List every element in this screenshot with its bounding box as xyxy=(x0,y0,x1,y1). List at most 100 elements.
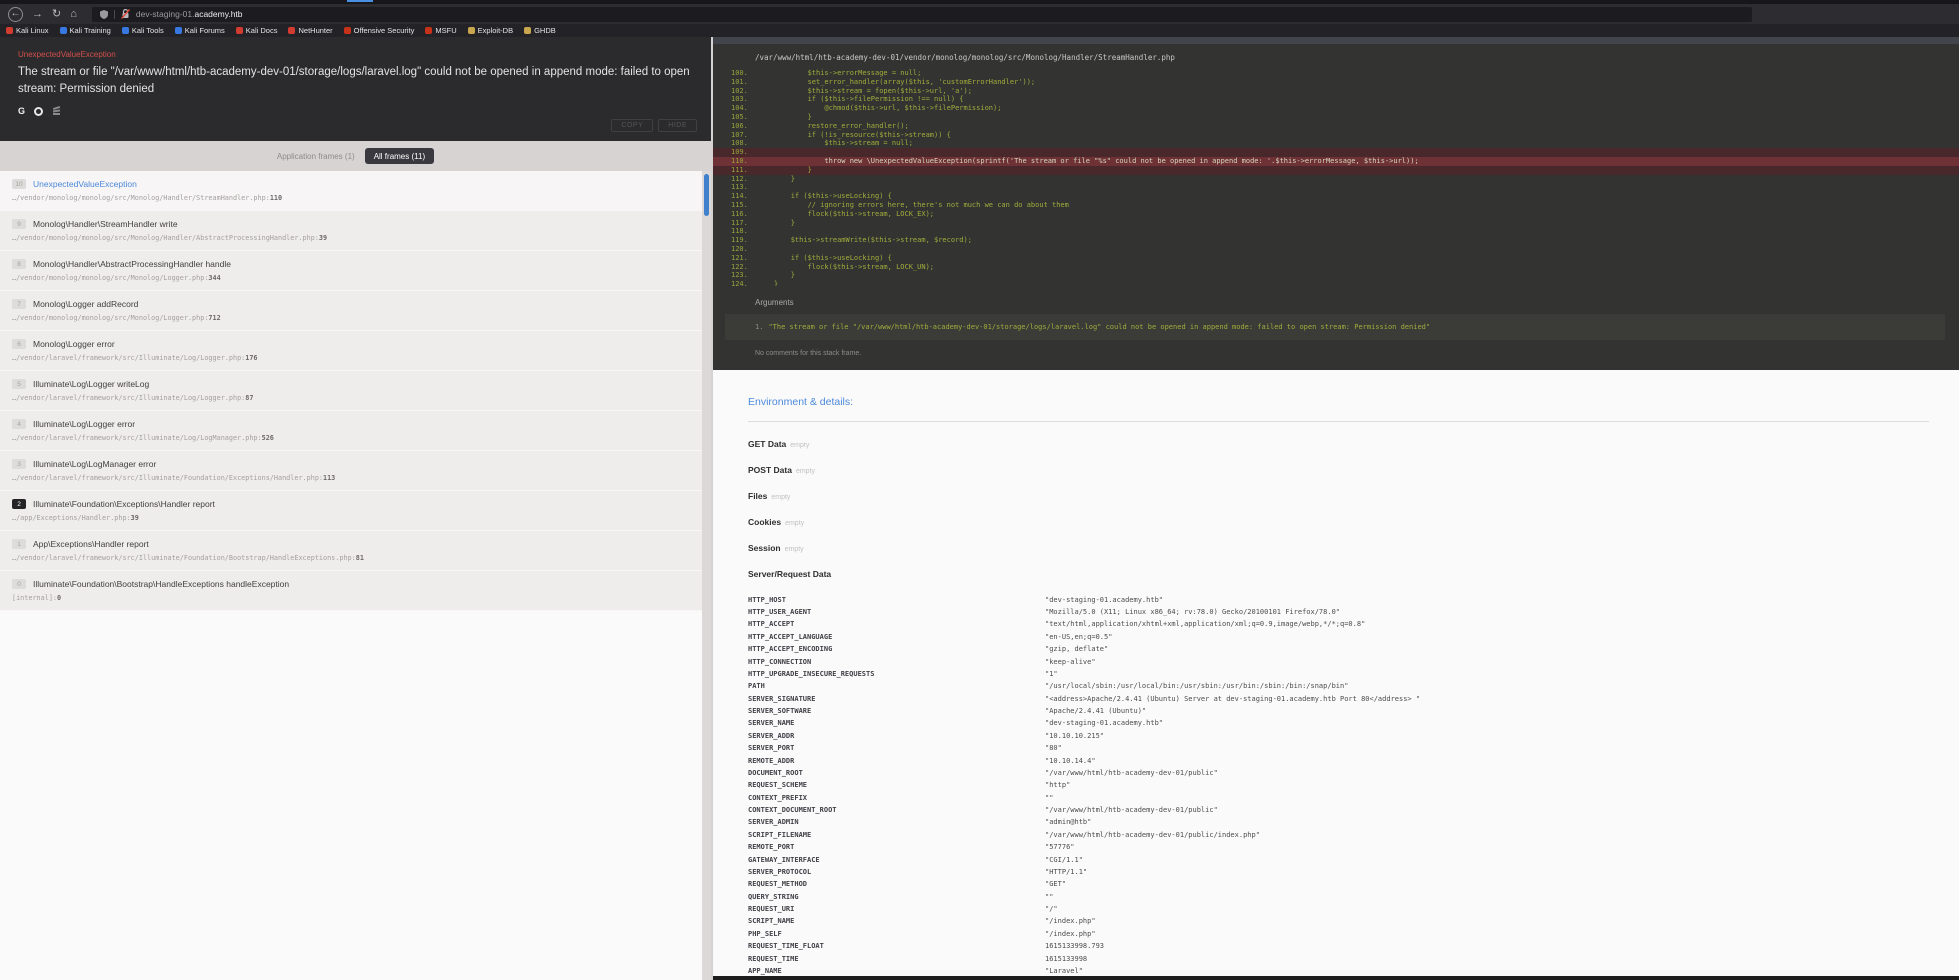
code-line: 108. $this->stream = null; xyxy=(713,139,1959,148)
bookmark-item[interactable]: Kali Forums xyxy=(174,26,225,35)
frame-file-path: …/vendor/monolog/monolog/src/Monolog/Log… xyxy=(12,314,221,322)
server-data-value: 1615133998 xyxy=(1045,954,1088,963)
stackoverflow-search-icon[interactable] xyxy=(52,106,61,116)
bookmark-item[interactable]: Kali Linux xyxy=(6,26,49,35)
code-line: 116. flock($this->stream, LOCK_EX); xyxy=(713,210,1959,219)
line-code: flock($this->stream, LOCK_EX); xyxy=(757,209,935,218)
environment-data-section: Files empty xyxy=(748,486,1929,504)
bookmark-item[interactable]: NetHunter xyxy=(288,26,333,35)
line-number: 122. xyxy=(731,262,748,271)
server-data-row: REMOTE_ADDR "10.10.14.4" xyxy=(748,755,1420,767)
tab-application-frames[interactable]: Application frames (1) xyxy=(277,152,355,161)
stack-frame[interactable]: 7 Monolog\Logger addRecord …/vendor/mono… xyxy=(0,291,702,331)
bookmark-item[interactable]: Offensive Security xyxy=(343,26,414,35)
frame-head: 2 Illuminate\Foundation\Exceptions\Handl… xyxy=(12,499,688,509)
duckduckgo-search-icon[interactable] xyxy=(34,106,44,116)
environment-section: Environment & details: GET Data empty POS… xyxy=(713,370,1959,980)
stack-frame[interactable]: 2 Illuminate\Foundation\Exceptions\Handl… xyxy=(0,491,702,531)
line-number: 104. xyxy=(731,104,748,113)
server-data-value: "/var/www/html/htb-academy-dev-01/public… xyxy=(1045,768,1218,777)
home-button[interactable]: ⌂ xyxy=(70,8,77,20)
stack-frame[interactable]: 9 Monolog\Handler\StreamHandler write …/… xyxy=(0,211,702,251)
stack-frame[interactable]: 3 Illuminate\Log\LogManager error …/vend… xyxy=(0,451,702,491)
server-data-row: SCRIPT_NAME "/index.php" xyxy=(748,916,1420,928)
line-number: 117. xyxy=(731,218,748,227)
bookmark-item[interactable]: Exploit-DB xyxy=(467,26,513,35)
frame-number-badge: 4 xyxy=(12,419,26,429)
frame-file-path: …/app/Exceptions/Handler.php:39 xyxy=(12,514,139,522)
server-data-row: HTTP_ACCEPT_LANGUAGE "en-US,en;q=0.5" xyxy=(748,631,1420,643)
back-button[interactable]: ← xyxy=(8,6,23,22)
server-data-value: "57776" xyxy=(1045,843,1075,852)
tab-all-frames[interactable]: All frames (11) xyxy=(364,148,435,164)
server-data-key: SCRIPT_FILENAME xyxy=(748,830,812,839)
bookmark-item[interactable]: MSFU xyxy=(425,26,457,35)
server-data-key: REQUEST_METHOD xyxy=(748,880,808,889)
bookmark-item[interactable]: Kali Tools xyxy=(121,26,164,35)
section-empty-note: empty xyxy=(784,546,804,553)
code-line: 112. } xyxy=(713,175,1959,184)
frame-number-badge: 7 xyxy=(12,299,26,309)
server-data-key: CONTEXT_PREFIX xyxy=(748,793,808,802)
server-data-key: SERVER_SIGNATURE xyxy=(748,694,816,703)
insecure-lock-icon[interactable] xyxy=(120,9,130,19)
server-data-row: PHP_SELF "/index.php" xyxy=(748,928,1420,940)
shield-icon[interactable] xyxy=(99,9,108,19)
frame-title: Illuminate\Foundation\Bootstrap\HandleEx… xyxy=(33,579,290,589)
server-data-value: 1615133998.793 xyxy=(1045,942,1105,951)
stack-frame[interactable]: 6 Monolog\Logger error …/vendor/laravel/… xyxy=(0,331,702,371)
stack-frame[interactable]: 5 Illuminate\Log\Logger writeLog …/vendo… xyxy=(0,371,702,411)
frame-number-badge: 9 xyxy=(12,219,26,229)
line-code: set_error_handler(array($this, 'customEr… xyxy=(757,77,1036,86)
bookmark-label: Kali Forums xyxy=(184,26,225,35)
search-links: G xyxy=(18,106,693,116)
server-data-key: SERVER_NAME xyxy=(748,719,795,728)
line-number: 124. xyxy=(731,280,748,286)
frame-head: 9 Monolog\Handler\StreamHandler write xyxy=(12,219,688,229)
server-data-key: PHP_SELF xyxy=(748,929,782,938)
stack-frame[interactable]: 10 UnexpectedValueException …/vendor/mon… xyxy=(0,171,702,211)
bookmark-item[interactable]: Kali Training xyxy=(59,26,111,35)
stack-frame[interactable]: 8 Monolog\Handler\AbstractProcessingHand… xyxy=(0,251,702,291)
server-data-row: REQUEST_TIME_FLOAT 1615133998.793 xyxy=(748,941,1420,953)
section-label: GET Data xyxy=(748,439,787,449)
line-number: 107. xyxy=(731,130,748,139)
server-data-value: "gzip, deflate" xyxy=(1045,645,1109,654)
frame-number-badge: 2 xyxy=(12,499,26,509)
bookmark-item[interactable]: GHDB xyxy=(524,26,556,35)
line-code: restore_error_handler(); xyxy=(757,121,909,130)
arguments-label: Arguments xyxy=(755,298,794,307)
frame-file-path: …/vendor/laravel/framework/src/Illuminat… xyxy=(12,434,274,442)
server-data-value: "GET" xyxy=(1045,880,1067,889)
google-search-icon[interactable]: G xyxy=(18,106,25,116)
server-data-value: "" xyxy=(1045,793,1054,802)
argument-item: 1. "The stream or file "/var/www/html/htb… xyxy=(755,323,1935,331)
line-code: } xyxy=(757,218,795,227)
stack-frame[interactable]: 0 Illuminate\Foundation\Bootstrap\Handle… xyxy=(0,571,702,611)
line-number: 114. xyxy=(731,192,748,201)
bookmark-label: NetHunter xyxy=(298,26,333,35)
reload-button[interactable]: ↻ xyxy=(52,8,61,20)
line-number: 112. xyxy=(731,174,748,183)
hide-button[interactable]: HIDE xyxy=(658,119,697,132)
forward-button[interactable]: → xyxy=(32,8,43,20)
copy-button[interactable]: COPY xyxy=(611,119,654,132)
frame-title: Illuminate\Foundation\Exceptions\Handler… xyxy=(33,499,215,509)
stack-frame[interactable]: 4 Illuminate\Log\Logger error …/vendor/l… xyxy=(0,411,702,451)
bookmark-item[interactable]: Kali Docs xyxy=(235,26,277,35)
code-line: 122. flock($this->stream, LOCK_UN); xyxy=(713,263,1959,272)
url-bar[interactable]: dev-staging-01.academy.htb xyxy=(91,6,1752,22)
code-line: 105. } xyxy=(713,113,1959,122)
bookmark-favicon xyxy=(121,27,129,34)
details-panel: /var/www/html/htb-academy-dev-01/vendor/… xyxy=(713,37,1959,980)
stack-frame[interactable]: 1 App\Exceptions\Handler report …/vendor… xyxy=(0,531,702,571)
section-empty-note: empty xyxy=(771,494,791,501)
server-data-row: SERVER_ADDR "10.10.10.215" xyxy=(748,730,1420,742)
line-code: if (!is_resource($this->stream)) { xyxy=(757,130,951,139)
frames-scrollbar-thumb[interactable] xyxy=(704,174,709,216)
server-data-key: REQUEST_SCHEME xyxy=(748,781,808,790)
frames-scrollbar[interactable] xyxy=(702,171,711,980)
server-data-row: REQUEST_METHOD "GET" xyxy=(748,879,1420,891)
line-number: 110. xyxy=(731,156,748,165)
bookmark-favicon xyxy=(524,27,532,34)
